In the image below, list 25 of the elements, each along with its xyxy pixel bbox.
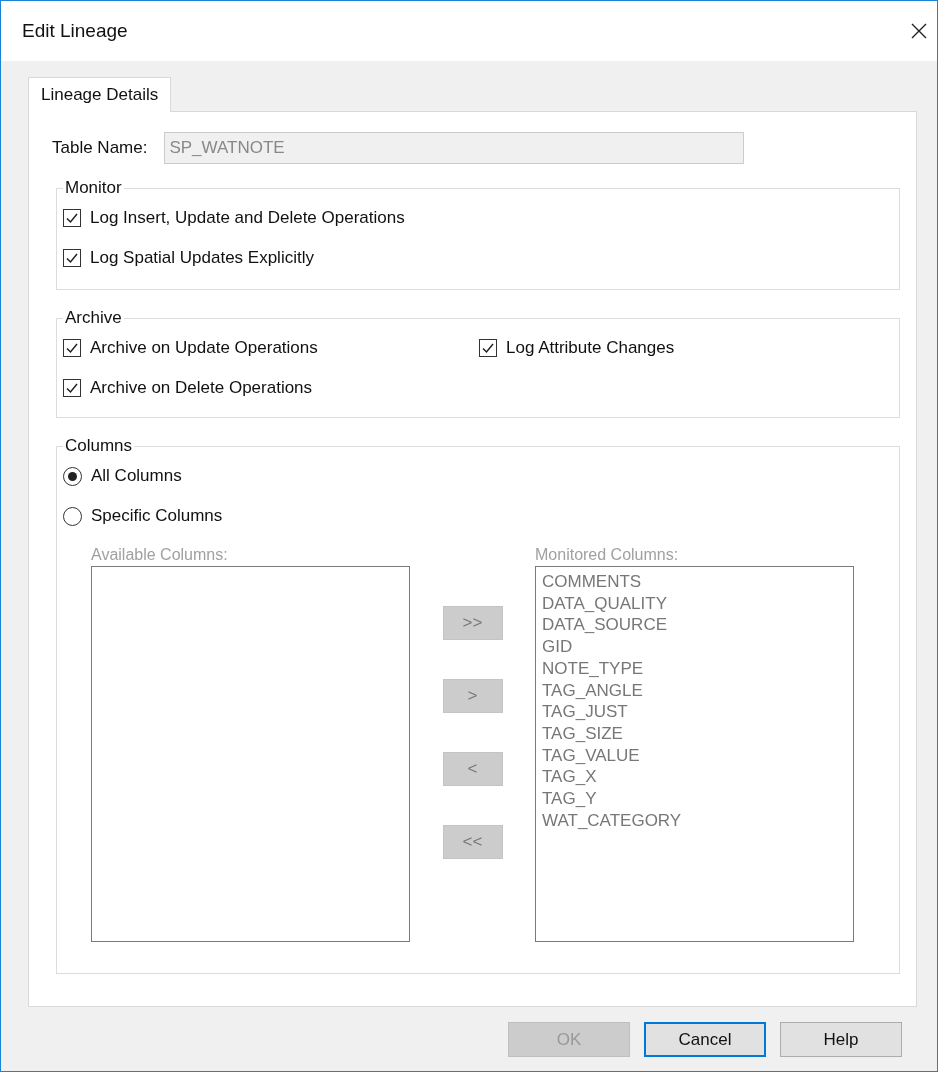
list-label: Available Columns: (91, 546, 229, 565)
checkbox-label: Log Insert, Update and Delete Operations (90, 208, 405, 228)
radio-button[interactable] (63, 466, 82, 486)
radio-label: All Columns (91, 466, 182, 486)
checkbox-label: Archive on Update Operations (90, 338, 318, 358)
list-label: Monitored Columns: (535, 546, 680, 565)
checkbox[interactable] (479, 339, 497, 357)
checkbox[interactable] (63, 209, 81, 227)
checkbox[interactable] (63, 339, 81, 357)
tab[interactable]: Lineage Details (28, 77, 172, 112)
checkbox-label: Log Attribute Changes (506, 338, 675, 358)
radio-label: Specific Columns (91, 506, 223, 526)
close-icon[interactable] (911, 23, 927, 39)
checkbox-label: Log Spatial Updates Explicitly (90, 248, 314, 268)
group-title: Monitor (64, 178, 123, 198)
checkbox-label: Archive on Delete Operations (90, 378, 313, 398)
checkbox[interactable] (63, 249, 81, 267)
field-label: Table Name: (52, 138, 148, 158)
group-title: Archive (64, 308, 123, 328)
dialog-button[interactable]: Cancel (644, 1022, 766, 1057)
checkbox[interactable] (63, 379, 81, 397)
group-title: Columns (64, 436, 134, 456)
dialog-button[interactable]: Help (780, 1022, 902, 1057)
radio-button[interactable] (63, 506, 82, 526)
window-title: Edit Lineage (22, 20, 128, 42)
